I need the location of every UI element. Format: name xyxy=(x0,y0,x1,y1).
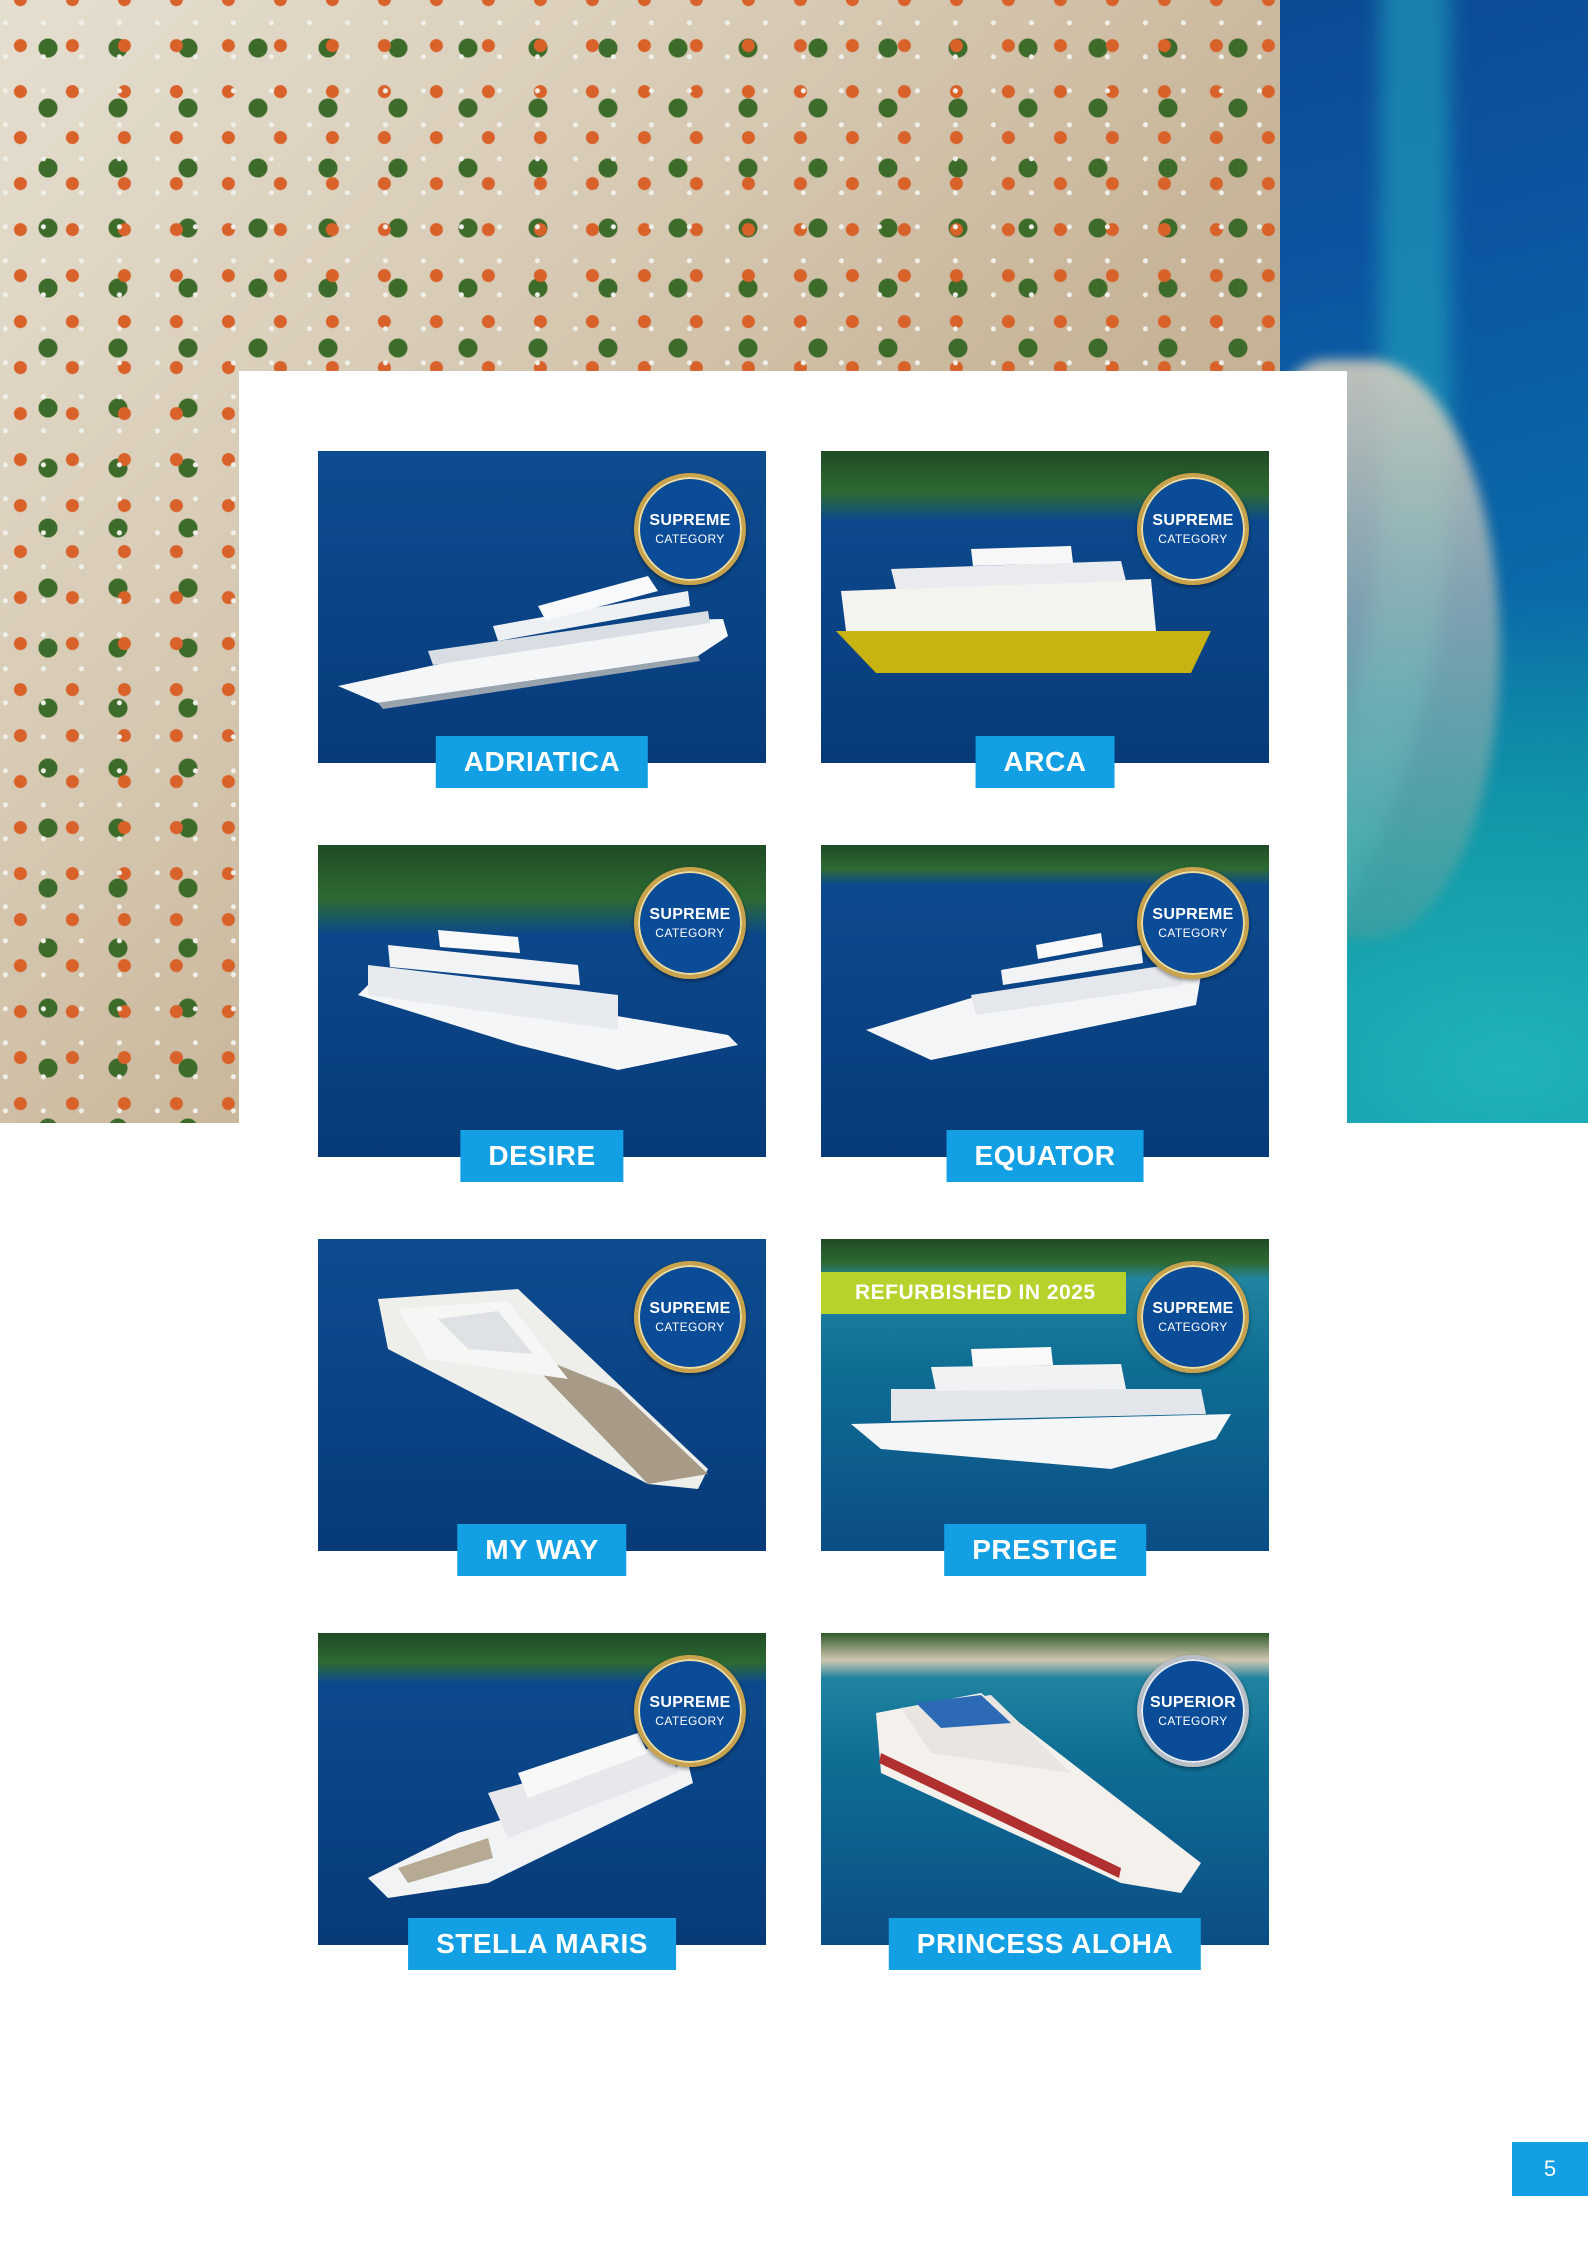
ship-name-label[interactable]: DESIRE xyxy=(460,1130,624,1182)
category-title: SUPREME xyxy=(649,906,731,923)
ship-photo-equator[interactable]: SUPREME CATEGORY xyxy=(821,845,1269,1157)
ship-name-label[interactable]: STELLA MARIS xyxy=(408,1918,676,1970)
category-subtitle: CATEGORY xyxy=(655,532,725,546)
category-title: SUPREME xyxy=(1152,906,1234,923)
category-title: SUPREME xyxy=(1152,512,1234,529)
ship-photo-stella-maris[interactable]: SUPREME CATEGORY xyxy=(318,1633,766,1945)
category-badge: SUPREME CATEGORY xyxy=(634,1655,746,1767)
category-subtitle: CATEGORY xyxy=(1158,1714,1228,1728)
ship-name-label[interactable]: ADRIATICA xyxy=(435,736,649,788)
ship-name-label[interactable]: PRINCESS ALOHA xyxy=(888,1918,1202,1970)
category-title: SUPREME xyxy=(1152,1300,1234,1317)
category-badge: SUPREME CATEGORY xyxy=(634,1261,746,1373)
ship-photo-my-way[interactable]: SUPREME CATEGORY xyxy=(318,1239,766,1551)
category-title: SUPERIOR xyxy=(1150,1694,1236,1711)
category-badge: SUPREME CATEGORY xyxy=(634,473,746,585)
category-badge: SUPREME CATEGORY xyxy=(1137,473,1249,585)
category-badge: SUPREME CATEGORY xyxy=(634,867,746,979)
ship-photo-adriatica[interactable]: SUPREME CATEGORY xyxy=(318,451,766,763)
refurbished-ribbon: REFURBISHED IN 2025 xyxy=(821,1272,1126,1314)
category-subtitle: CATEGORY xyxy=(655,1714,725,1728)
ship-name-label[interactable]: EQUATOR xyxy=(946,1130,1144,1182)
category-badge: SUPERIOR CATEGORY xyxy=(1137,1655,1249,1767)
category-subtitle: CATEGORY xyxy=(1158,926,1228,940)
category-subtitle: CATEGORY xyxy=(655,926,725,940)
ship-name-label[interactable]: PRESTIGE xyxy=(944,1524,1146,1576)
ship-photo-arca[interactable]: SUPREME CATEGORY xyxy=(821,451,1269,763)
category-title: SUPREME xyxy=(649,1694,731,1711)
ship-photo-princess-aloha[interactable]: SUPERIOR CATEGORY xyxy=(821,1633,1269,1945)
category-badge: SUPREME CATEGORY xyxy=(1137,1261,1249,1373)
ship-photo-desire[interactable]: SUPREME CATEGORY xyxy=(318,845,766,1157)
page-number: 5 xyxy=(1512,2142,1588,2196)
category-subtitle: CATEGORY xyxy=(655,1320,725,1334)
ship-name-label[interactable]: MY WAY xyxy=(457,1524,627,1576)
category-subtitle: CATEGORY xyxy=(1158,1320,1228,1334)
ship-photo-prestige[interactable]: REFURBISHED IN 2025 SUPREME CATEGORY xyxy=(821,1239,1269,1551)
category-subtitle: CATEGORY xyxy=(1158,532,1228,546)
category-badge: SUPREME CATEGORY xyxy=(1137,867,1249,979)
category-title: SUPREME xyxy=(649,512,731,529)
ship-name-label[interactable]: ARCA xyxy=(975,736,1115,788)
category-title: SUPREME xyxy=(649,1300,731,1317)
